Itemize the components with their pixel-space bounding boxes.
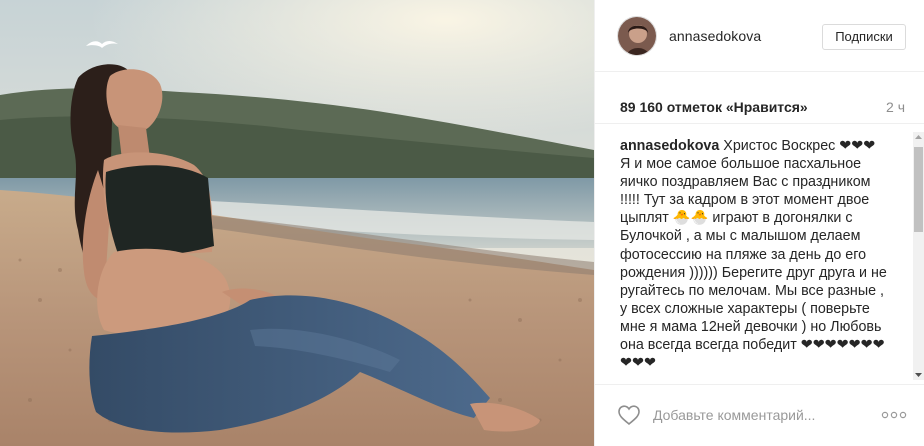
likes-count[interactable]: 89 160 отметок «Нравится» [620,99,808,115]
following-button[interactable]: Подписки [822,24,906,50]
caption-text: Христос Воскрес ❤❤❤ Я и мое самое большо… [620,138,887,372]
post-side-panel: annasedokova Подписки 89 160 отметок «Нр… [594,0,924,446]
scroll-down-arrow-icon[interactable] [913,370,924,380]
post-header: annasedokova Подписки [595,0,924,72]
caption-scrollbar[interactable] [913,132,924,380]
avatar-image [618,17,656,55]
heart-outline-icon[interactable] [617,404,641,426]
likes-row: 89 160 отметок «Нравится» 2 ч [595,72,924,124]
beach-photo-image [0,0,594,446]
post-caption: annasedokova Христос Воскрес ❤❤❤ Я и мое… [620,137,892,372]
more-options-icon[interactable] [881,408,907,422]
scrollbar-thumb[interactable] [914,147,923,232]
avatar[interactable] [617,16,657,56]
scroll-up-arrow-icon[interactable] [913,132,924,142]
comment-row [595,384,924,446]
caption-area: annasedokova Христос Воскрес ❤❤❤ Я и мое… [595,124,924,384]
caption-username[interactable]: annasedokova [620,138,719,154]
post-photo[interactable] [0,0,594,446]
post-username[interactable]: annasedokova [669,28,761,44]
add-comment-input[interactable] [653,404,863,426]
post-timestamp[interactable]: 2 ч [886,99,905,115]
